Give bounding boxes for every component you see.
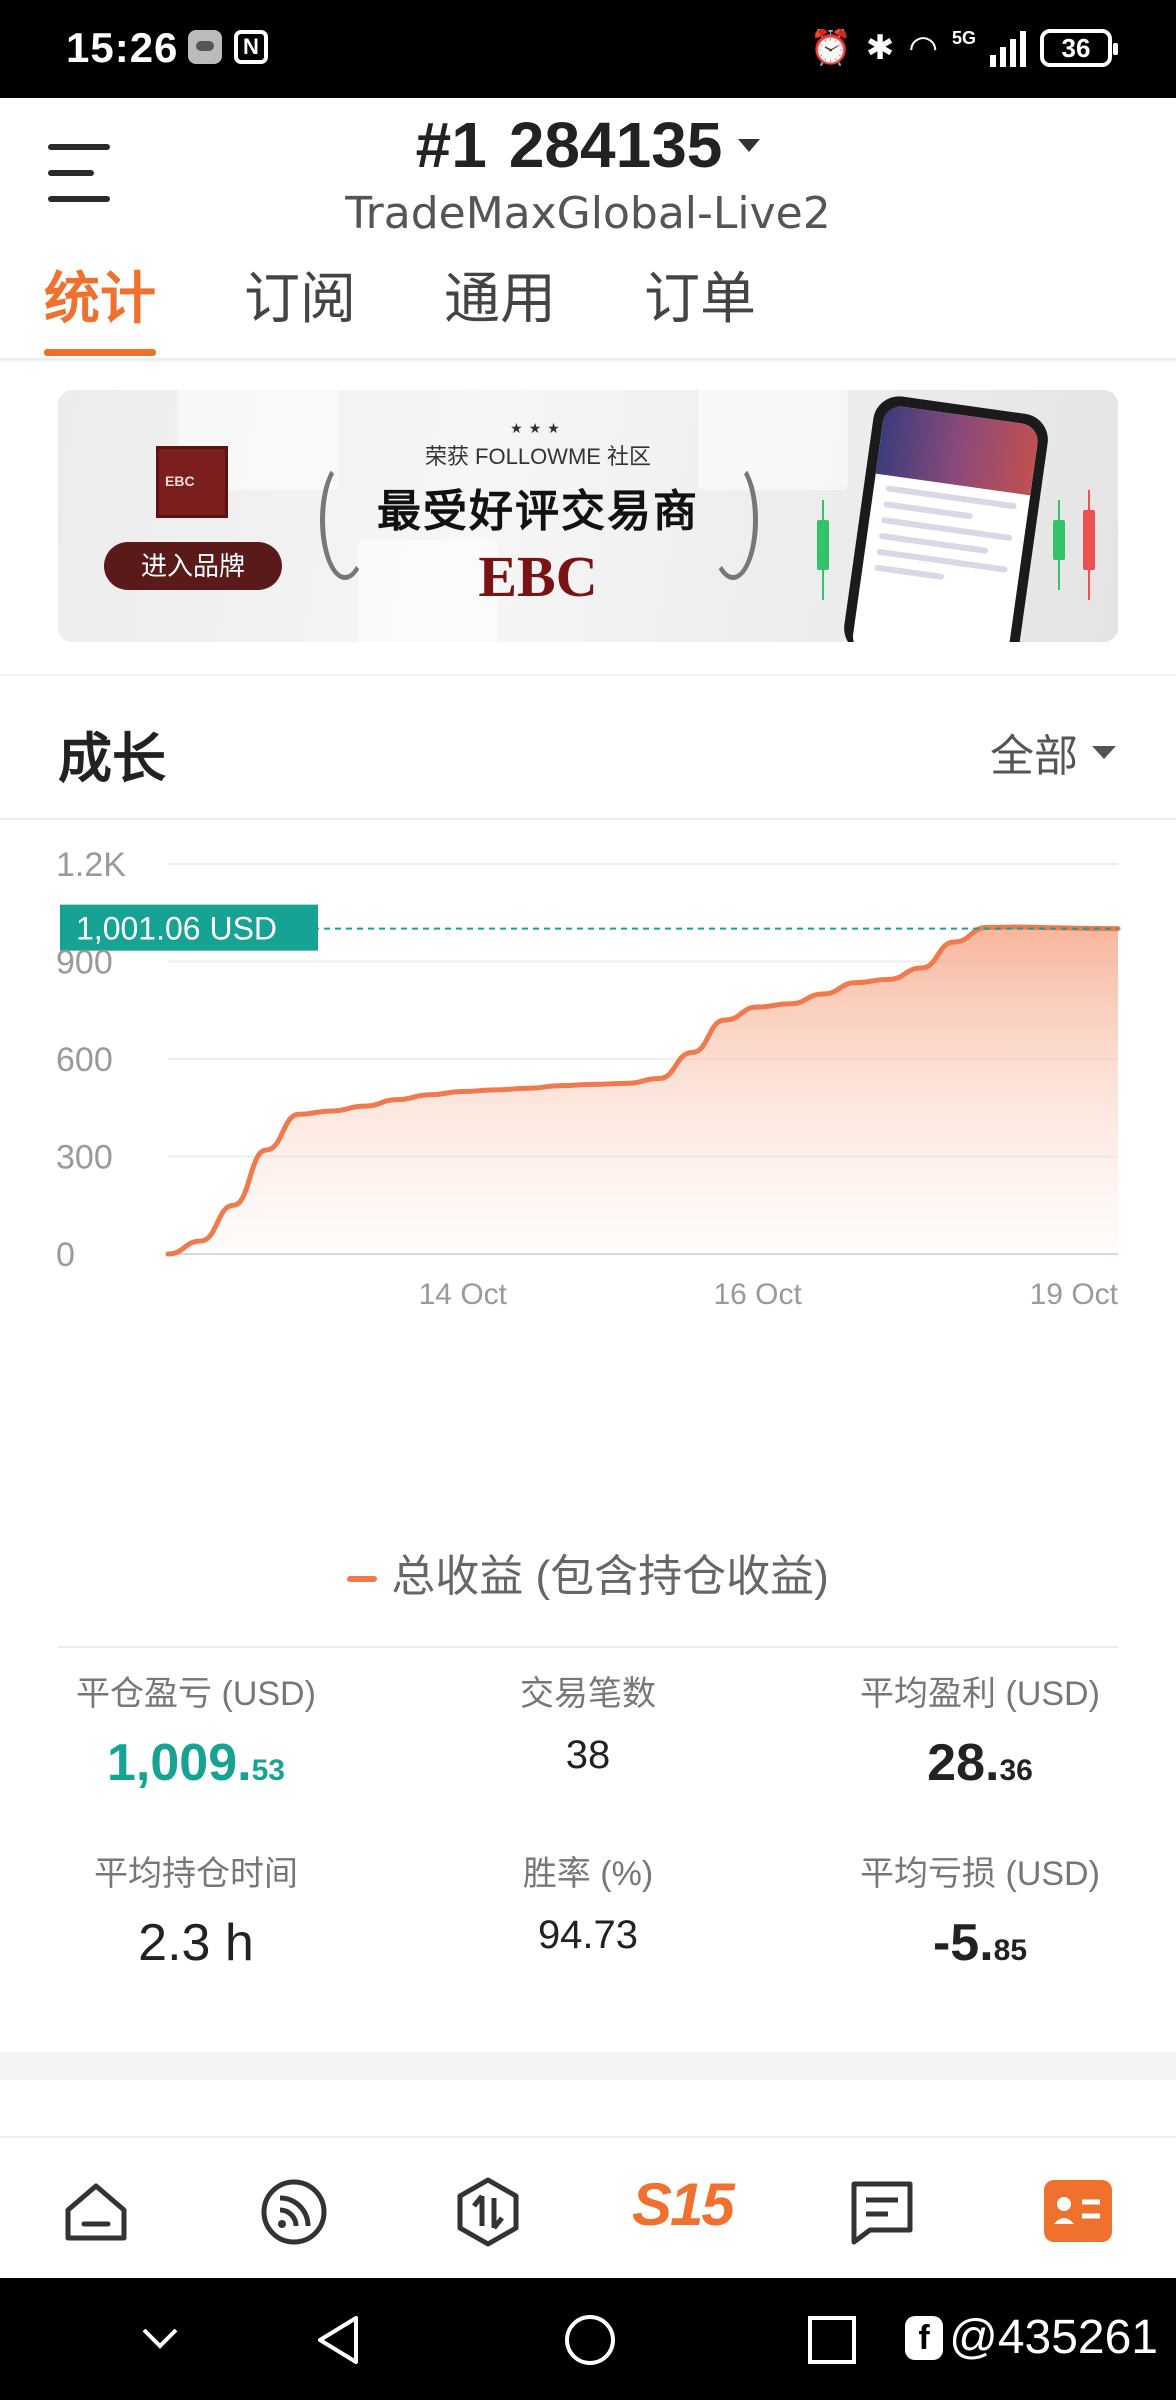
- battery-icon: 36: [1040, 29, 1118, 67]
- stat-value: 28.36: [927, 1734, 1033, 1792]
- status-bar: 15:26 N ⏰ ✱ ◠ 5G 36: [0, 0, 1176, 98]
- s15-event-tab[interactable]: S15: [632, 2170, 740, 2242]
- stat-avg-hold-time: 平均持仓时间 2.3 h: [0, 1846, 392, 1973]
- stat-closed-pnl: 平仓盈亏 (USD) 1,009.53: [0, 1666, 392, 1793]
- growth-chart[interactable]: 1,001.06 USD 0 300 600 900 1.2K 14 Oct 16 Oct…: [0, 820, 1176, 1520]
- caret-down-icon: [1092, 745, 1116, 759]
- tab-bar: 统计 订阅 通用 订单: [44, 266, 756, 356]
- current-value-label: 1,001.06 USD: [76, 911, 277, 947]
- tab-subscriptions[interactable]: 订阅: [244, 266, 356, 356]
- stat-avg-loss: 平均亏损 (USD) -5.85: [784, 1846, 1176, 1973]
- system-nav-bar: f @435261: [0, 2278, 1176, 2400]
- phone-image: [840, 393, 1052, 642]
- next-section-peek: [0, 2080, 1176, 2140]
- award-title: 最受好评交易商: [377, 487, 699, 536]
- wifi-icon: ◠: [908, 29, 938, 67]
- watermark: f @435261: [905, 2310, 1158, 2365]
- watermark-text: @435261: [949, 2311, 1158, 2364]
- award-subtitle: 荣获 FOLLOWME 社区: [424, 444, 652, 469]
- stat-value: 2.3 h: [138, 1914, 254, 1972]
- stat-win-rate: 胜率 (%) 94.73: [392, 1846, 784, 1958]
- award-brand: EBC: [478, 544, 598, 609]
- chart-legend: 总收益 (包含持仓收益): [0, 1540, 1176, 1604]
- divider: [58, 1646, 1118, 1648]
- legend-swatch: [347, 1576, 378, 1583]
- promo-banner[interactable]: 进入品牌 ★★★ 荣获 FOLLOWME 社区 最受好评交易商 EBC: [58, 390, 1118, 642]
- range-filter-dropdown[interactable]: 全部: [990, 720, 1116, 784]
- y-tick-label: 300: [56, 1139, 113, 1177]
- server-name: TradeMaxGlobal-Live2: [345, 188, 831, 239]
- home-circle-icon[interactable]: [562, 2312, 618, 2368]
- stat-avg-profit: 平均盈利 (USD) 28.36: [784, 1666, 1176, 1793]
- enter-brand-button[interactable]: 进入品牌: [104, 542, 282, 590]
- account-selector[interactable]: #1 284135: [0, 108, 1176, 182]
- bottom-nav: S15: [0, 2136, 1176, 2278]
- account-rank: #1: [415, 109, 487, 181]
- recents-icon[interactable]: [806, 2312, 858, 2368]
- legend-label: 总收益 (包含持仓收益): [391, 1552, 829, 1601]
- award-text: ★★★ 荣获 FOLLOWME 社区 最受好评交易商 EBC: [318, 420, 758, 610]
- stat-value: 38: [565, 1733, 611, 1777]
- tab-general[interactable]: 通用: [444, 266, 556, 356]
- profile-card-icon[interactable]: [1042, 2176, 1114, 2248]
- growth-title: 成长: [58, 729, 166, 789]
- y-tick-label: 0: [56, 1236, 75, 1274]
- growth-area: [168, 927, 1118, 1254]
- nfc-icon: N: [234, 30, 268, 64]
- stat-value: -5.85: [932, 1914, 1028, 1972]
- x-tick-label: 19 Oct: [1030, 1278, 1119, 1311]
- growth-section: 成长 全部 1,001.06 USD 0 300 600 900 1.2K 14 Oct…: [0, 676, 1176, 2052]
- watermark-logo-icon: f: [905, 2315, 944, 2360]
- ebc-logo: [156, 446, 228, 518]
- signal-icon: [990, 29, 1026, 67]
- alarm-icon: ⏰: [809, 29, 852, 67]
- account-number: 284135: [508, 109, 723, 181]
- feed-icon[interactable]: [258, 2176, 330, 2248]
- y-tick-label: 900: [56, 944, 113, 982]
- x-tick-label: 16 Oct: [713, 1278, 802, 1311]
- bluetooth-icon: ✱: [865, 29, 895, 67]
- back-icon[interactable]: [312, 2312, 364, 2368]
- stat-trade-count: 交易笔数 38: [392, 1666, 784, 1778]
- y-tick-label: 1.2K: [56, 846, 126, 884]
- tab-orders[interactable]: 订单: [644, 266, 756, 356]
- account-header: #1 284135 TradeMaxGlobal-Live2 统计 订阅 通用 …: [0, 98, 1176, 360]
- chevron-down-icon[interactable]: [138, 2324, 182, 2354]
- y-tick-label: 600: [56, 1041, 113, 1079]
- stat-value: 1,009.53: [107, 1734, 285, 1792]
- tab-statistics[interactable]: 统计: [44, 266, 156, 356]
- range-filter-label: 全部: [990, 732, 1078, 781]
- network-type: 5G: [951, 28, 976, 48]
- x-tick-label: 14 Oct: [419, 1278, 508, 1311]
- stat-value: 94.73: [537, 1913, 639, 1957]
- home-icon[interactable]: [60, 2176, 132, 2248]
- chat-notification-icon: [188, 30, 222, 64]
- trade-icon[interactable]: [452, 2176, 524, 2248]
- message-icon[interactable]: [846, 2176, 918, 2248]
- status-time: 15:26: [66, 24, 179, 71]
- caret-down-icon: [738, 138, 761, 152]
